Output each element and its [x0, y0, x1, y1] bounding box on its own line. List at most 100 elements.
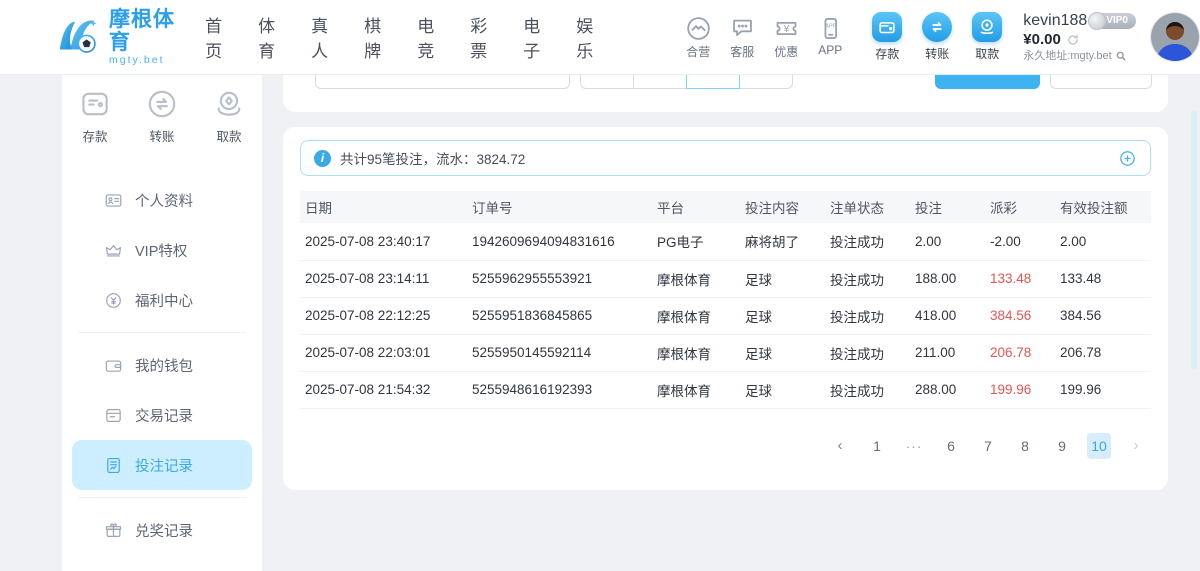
- header-transfer-button[interactable]: 转账: [919, 12, 955, 62]
- search-icon[interactable]: [1115, 50, 1127, 62]
- user-avatar[interactable]: [1150, 12, 1200, 62]
- range-preset-1[interactable]: [580, 75, 634, 89]
- cell-content: 足球: [740, 334, 825, 371]
- page: 摩根体育 mgty.bet 首页体育真人棋牌电竞彩票电子娱乐 合营客服 ¥优惠 AP…: [0, 0, 1200, 571]
- bet-records-table: 日期订单号平台投注内容注单状态投注派彩有效投注额 2025-07-08 23:4…: [300, 191, 1151, 409]
- next-page-icon[interactable]: ›: [1124, 433, 1148, 459]
- cell-date: 2025-07-08 22:03:01: [300, 334, 467, 371]
- sidebar-quick-label: 存款: [82, 126, 107, 145]
- sidebar-item-transactions[interactable]: 交易记录: [72, 390, 252, 440]
- column-header: 投注: [910, 191, 985, 223]
- withdraw-icon: [972, 12, 1002, 42]
- nav-item-home[interactable]: 首页: [203, 8, 238, 66]
- sidebar-deposit-button[interactable]: 存款: [70, 87, 120, 145]
- sidebar-item-wallet[interactable]: 我的钱包: [72, 340, 252, 390]
- transfer-icon: [922, 12, 952, 42]
- sidebar-item-label: VIP特权: [135, 240, 187, 261]
- cell-payout: 133.48: [985, 260, 1055, 297]
- nav-item-lottery[interactable]: 彩票: [468, 8, 503, 66]
- cell-order-no: 5255950145592114: [467, 334, 652, 371]
- cell-valid: 384.56: [1055, 297, 1151, 334]
- table-row: 2025-07-08 22:03:015255950145592114摩根体育足…: [300, 334, 1151, 371]
- logo[interactable]: 摩根体育 mgty.bet: [55, 8, 189, 66]
- sidebar-item-label: 我的钱包: [135, 355, 193, 376]
- expand-details-icon[interactable]: [1118, 149, 1137, 168]
- cell-payout: 199.96: [985, 371, 1055, 408]
- vip-icon: [104, 241, 123, 260]
- date-range-input[interactable]: [315, 75, 570, 89]
- sidebar-menu: 个人资料 VIP特权福利中心我的钱包交易记录投注记录兑奖记录: [62, 175, 262, 555]
- transfer-icon: [145, 87, 179, 121]
- quick-link-promos[interactable]: ¥优惠: [769, 15, 803, 60]
- header-withdraw-button[interactable]: 取款: [969, 12, 1005, 62]
- cell-valid: 206.78: [1055, 334, 1151, 371]
- logo-text: 摩根体育 mgty.bet: [109, 8, 189, 66]
- cell-order-no: 5255951836845865: [467, 297, 652, 334]
- cell-bet: 188.00: [910, 260, 985, 297]
- support-icon: [729, 15, 756, 42]
- bet-records-icon: [104, 456, 123, 475]
- cell-status: 投注成功: [825, 223, 910, 260]
- page-8[interactable]: 8: [1013, 433, 1037, 459]
- range-preset-3[interactable]: [686, 75, 740, 89]
- page-9[interactable]: 9: [1050, 433, 1074, 459]
- prev-page-icon[interactable]: ‹: [828, 433, 852, 459]
- user-block: kevin188 VIP0 ¥0.00 永久地址:mgty.bet: [1023, 11, 1136, 64]
- sidebar-item-welfare[interactable]: 福利中心: [72, 275, 252, 325]
- page-1[interactable]: 1: [865, 433, 889, 459]
- cell-date: 2025-07-08 22:12:25: [300, 297, 467, 334]
- nav-item-slots[interactable]: 电子: [521, 8, 556, 66]
- refresh-balance-icon[interactable]: [1066, 33, 1080, 47]
- search-button[interactable]: [935, 75, 1040, 89]
- cell-platform: PG电子: [652, 223, 740, 260]
- info-icon: i: [314, 150, 331, 167]
- quick-link-label: 客服: [730, 43, 754, 60]
- sidebar-item-redeem[interactable]: 兑奖记录: [72, 505, 252, 555]
- permanent-address: 永久地址:mgty.bet: [1023, 50, 1111, 64]
- header-deposit-button[interactable]: 存款: [869, 12, 905, 62]
- column-header: 投注内容: [740, 191, 825, 223]
- reset-button[interactable]: [1050, 75, 1152, 89]
- sidebar-item-vip[interactable]: VIP特权: [72, 225, 252, 275]
- table-row: 2025-07-08 22:12:255255951836845865摩根体育足…: [300, 297, 1151, 334]
- nav-item-entertainment[interactable]: 娱乐: [574, 8, 609, 66]
- sidebar-withdraw-button[interactable]: 取款: [204, 87, 254, 145]
- page-6[interactable]: 6: [939, 433, 963, 459]
- column-header: 日期: [300, 191, 467, 223]
- cell-order-no: 5255948616192393: [467, 371, 652, 408]
- cell-bet: 2.00: [910, 223, 985, 260]
- table-row: 2025-07-08 21:54:325255948616192393摩根体育足…: [300, 371, 1151, 408]
- deposit-icon: [78, 87, 112, 121]
- column-header: 有效投注额: [1055, 191, 1151, 223]
- page-7[interactable]: 7: [976, 433, 1000, 459]
- deposit-icon: [872, 12, 902, 42]
- sidebar-item-label: 福利中心: [135, 290, 193, 311]
- promos-icon: ¥: [773, 15, 800, 42]
- cell-platform: 摩根体育: [652, 371, 740, 408]
- sidebar-quick-actions: 存款 转账取款: [62, 87, 262, 145]
- cell-bet: 211.00: [910, 334, 985, 371]
- range-preset-4[interactable]: [739, 75, 793, 89]
- scrollbar-thumb[interactable]: [1191, 110, 1197, 370]
- cell-payout: 206.78: [985, 334, 1055, 371]
- nav-item-live[interactable]: 真人: [309, 8, 344, 66]
- nav-item-sports[interactable]: 体育: [256, 8, 291, 66]
- page-ellipsis: ···: [902, 433, 926, 459]
- header-wallet-actions: 存款转账取款: [869, 12, 1005, 62]
- sidebar-item-bet-records[interactable]: 投注记录: [72, 440, 252, 490]
- quick-link-support[interactable]: 客服: [725, 15, 759, 60]
- redeem-icon: [104, 521, 123, 540]
- sidebar-transfer-button[interactable]: 转账: [137, 87, 187, 145]
- cell-status: 投注成功: [825, 297, 910, 334]
- quick-link-partnership[interactable]: 合营: [681, 15, 715, 60]
- quick-link-app[interactable]: APPAPP: [813, 15, 847, 60]
- cell-platform: 摩根体育: [652, 260, 740, 297]
- page-10[interactable]: 10: [1087, 433, 1111, 459]
- cell-platform: 摩根体育: [652, 334, 740, 371]
- nav-item-esports[interactable]: 电竞: [415, 8, 450, 66]
- sidebar-item-profile[interactable]: 个人资料: [72, 175, 252, 225]
- nav-item-chess[interactable]: 棋牌: [362, 8, 397, 66]
- wallet-icon: [104, 356, 123, 375]
- quick-link-label: 优惠: [774, 43, 798, 60]
- range-preset-2[interactable]: [633, 75, 687, 89]
